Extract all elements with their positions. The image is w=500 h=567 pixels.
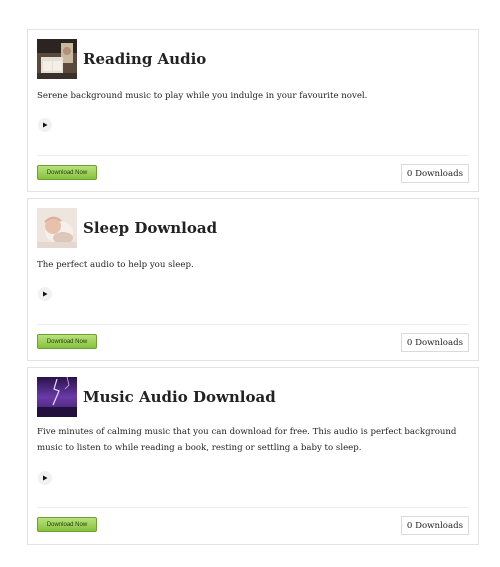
purple-lightning-thumbnail (37, 377, 77, 417)
card-title: Reading Audio (83, 50, 207, 68)
card-divider (37, 155, 469, 156)
card-divider (37, 507, 469, 508)
card-header: Reading Audio (37, 39, 206, 79)
play-icon (43, 122, 48, 128)
download-card: Music Audio Download Five minutes of cal… (27, 367, 479, 545)
download-count: 0 Downloads (400, 164, 469, 183)
card-description: Serene background music to play while yo… (37, 91, 368, 101)
card-title: Music Audio Download (83, 388, 276, 406)
download-count: 0 Downloads (400, 333, 469, 352)
reading-photo-thumbnail (37, 39, 77, 79)
play-button[interactable] (38, 287, 52, 301)
play-icon (43, 475, 48, 481)
play-button[interactable] (38, 118, 52, 132)
card-description: The perfect audio to help you sleep. (37, 260, 194, 270)
download-now-button[interactable]: Download Now (37, 165, 97, 180)
card-divider (37, 324, 469, 325)
play-icon (43, 291, 48, 297)
card-header: Sleep Download (37, 208, 217, 248)
sleeping-baby-thumbnail (37, 208, 77, 248)
play-button[interactable] (38, 471, 52, 485)
download-count: 0 Downloads (400, 516, 469, 535)
download-now-button[interactable]: Download Now (37, 334, 97, 349)
card-title: Sleep Download (83, 219, 218, 237)
download-card: Reading Audio Serene background music to… (27, 29, 479, 192)
card-description: Five minutes of calming music that you c… (37, 427, 457, 453)
download-now-button[interactable]: Download Now (37, 517, 97, 532)
card-header: Music Audio Download (37, 377, 276, 417)
download-card: Sleep Download The perfect audio to help… (27, 198, 479, 361)
